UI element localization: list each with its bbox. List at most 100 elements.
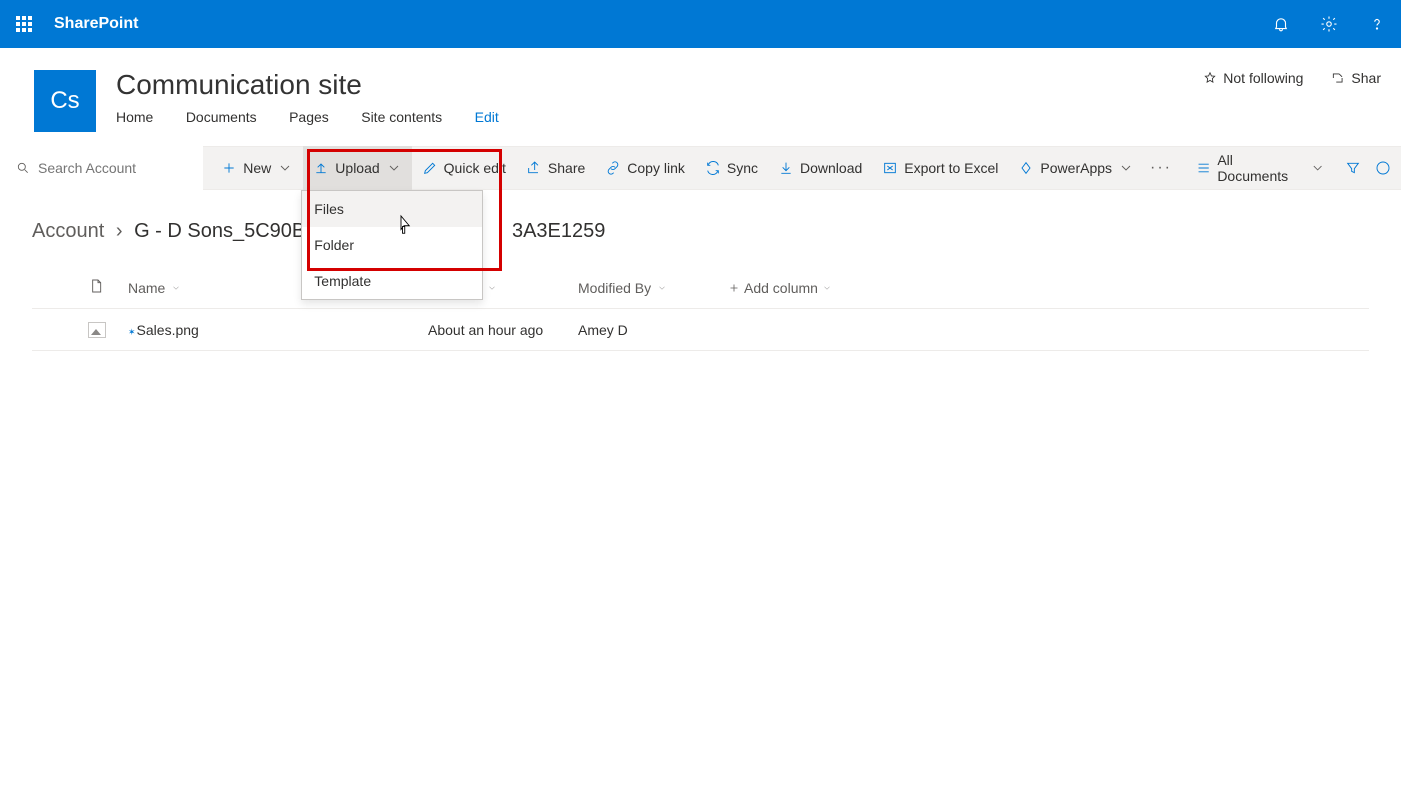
download-icon [778,160,794,176]
share-button[interactable]: Share [516,146,595,190]
search-input[interactable] [38,160,188,176]
gear-icon [1320,15,1338,33]
upload-wrap: Upload Files Folder Template [303,146,411,190]
file-name-cell[interactable]: ✶Sales.png [128,322,428,338]
chevron-down-icon [1118,160,1134,176]
nav-site-contents[interactable]: Site contents [361,109,442,125]
share-arrow-icon [526,160,542,176]
powerapps-icon [1018,160,1034,176]
breadcrumb: Account › G - D Sons_5C90B3 3A3E1259 [0,190,1401,243]
quick-edit-label: Quick edit [444,160,506,176]
list-header: Name Modified Modified By Add column [32,267,1369,309]
chevron-down-icon [171,283,181,293]
bell-icon [1272,15,1290,33]
more-commands-button[interactable]: ··· [1144,159,1178,177]
chevron-down-icon [657,283,667,293]
sync-button[interactable]: Sync [695,146,768,190]
list-icon [1196,160,1211,176]
breadcrumb-current-right: 3A3E1259 [512,220,605,242]
share-label: Share [548,160,585,176]
upload-label: Upload [335,160,379,176]
modified-by-cell: Amey D [578,322,728,338]
view-name: All Documents [1217,152,1303,184]
modified-cell: About an hour ago [428,322,578,338]
sync-label: Sync [727,160,758,176]
search-box[interactable] [0,146,203,190]
excel-icon [882,160,898,176]
search-icon [16,161,30,175]
new-label: New [243,160,271,176]
upload-menu-folder[interactable]: Folder [302,227,482,263]
nav-edit[interactable]: Edit [475,109,499,125]
download-label: Download [800,160,862,176]
question-icon [1368,15,1386,33]
command-bar-row: New Upload Files Folder Template Quick e… [0,146,1401,190]
settings-button[interactable] [1305,0,1353,48]
site-nav: Home Documents Pages Site contents Edit [116,109,1203,127]
site-header-actions: Not following Shar [1203,70,1381,86]
nav-home[interactable]: Home [116,109,153,125]
export-excel-button[interactable]: Export to Excel [872,146,1008,190]
new-button[interactable]: New [211,146,303,190]
command-bar-right: All Documents [1186,146,1401,190]
info-icon [1375,160,1391,176]
upload-menu-template[interactable]: Template [302,263,482,299]
add-column-button[interactable]: Add column [728,280,978,296]
share-site-button[interactable]: Shar [1331,70,1381,86]
document-list: Name Modified Modified By Add column ✶Sa… [32,267,1369,351]
image-file-icon [88,322,106,338]
star-icon [1203,71,1217,85]
powerapps-button[interactable]: PowerApps [1008,146,1144,190]
help-button[interactable] [1353,0,1401,48]
info-button[interactable] [1371,146,1395,190]
export-excel-label: Export to Excel [904,160,998,176]
download-button[interactable]: Download [768,146,872,190]
breadcrumb-current-left[interactable]: G - D Sons_5C90B3 [134,220,316,242]
view-selector[interactable]: All Documents [1186,146,1335,190]
filter-button[interactable] [1339,146,1367,190]
link-icon [605,160,621,176]
upload-menu-files[interactable]: Files [302,191,482,227]
upload-dropdown: Files Folder Template [301,190,483,300]
list-item[interactable]: ✶Sales.png About an hour ago Amey D [32,309,1369,351]
share-icon [1331,71,1345,85]
command-bar: New Upload Files Folder Template Quick e… [203,146,1186,190]
new-indicator-icon: ✶ [128,327,136,337]
file-type-icon [88,278,104,294]
file-name: Sales.png [137,322,199,338]
site-logo[interactable]: Cs [34,70,96,132]
plus-icon [728,282,740,294]
app-launcher-icon[interactable] [0,0,48,48]
breadcrumb-root[interactable]: Account [32,220,104,242]
follow-label: Not following [1223,70,1303,86]
chevron-down-icon [1310,160,1325,176]
suite-bar: SharePoint [0,0,1401,48]
follow-button[interactable]: Not following [1203,70,1303,86]
copy-link-label: Copy link [627,160,685,176]
chevron-down-icon [277,160,293,176]
site-title[interactable]: Communication site [116,70,1203,101]
site-header: Cs Communication site Home Documents Pag… [0,48,1401,132]
add-column-label: Add column [744,280,818,296]
quick-edit-button[interactable]: Quick edit [412,146,516,190]
upload-button[interactable]: Upload [303,146,411,190]
sync-icon [705,160,721,176]
column-header-modified-by[interactable]: Modified By [578,280,728,296]
breadcrumb-separator: › [116,220,123,242]
notifications-button[interactable] [1257,0,1305,48]
chevron-down-icon [822,283,832,293]
powerapps-label: PowerApps [1040,160,1112,176]
column-name-label: Name [128,280,165,296]
filter-icon [1345,160,1361,176]
upload-icon [313,160,329,176]
plus-icon [221,160,237,176]
share-site-label: Shar [1351,70,1381,86]
nav-documents[interactable]: Documents [186,109,257,125]
chevron-down-icon [386,160,402,176]
chevron-down-icon [487,283,497,293]
column-modified-by-label: Modified By [578,280,651,296]
suite-brand[interactable]: SharePoint [54,15,138,33]
waffle-icon [16,16,32,32]
nav-pages[interactable]: Pages [289,109,329,125]
copy-link-button[interactable]: Copy link [595,146,695,190]
